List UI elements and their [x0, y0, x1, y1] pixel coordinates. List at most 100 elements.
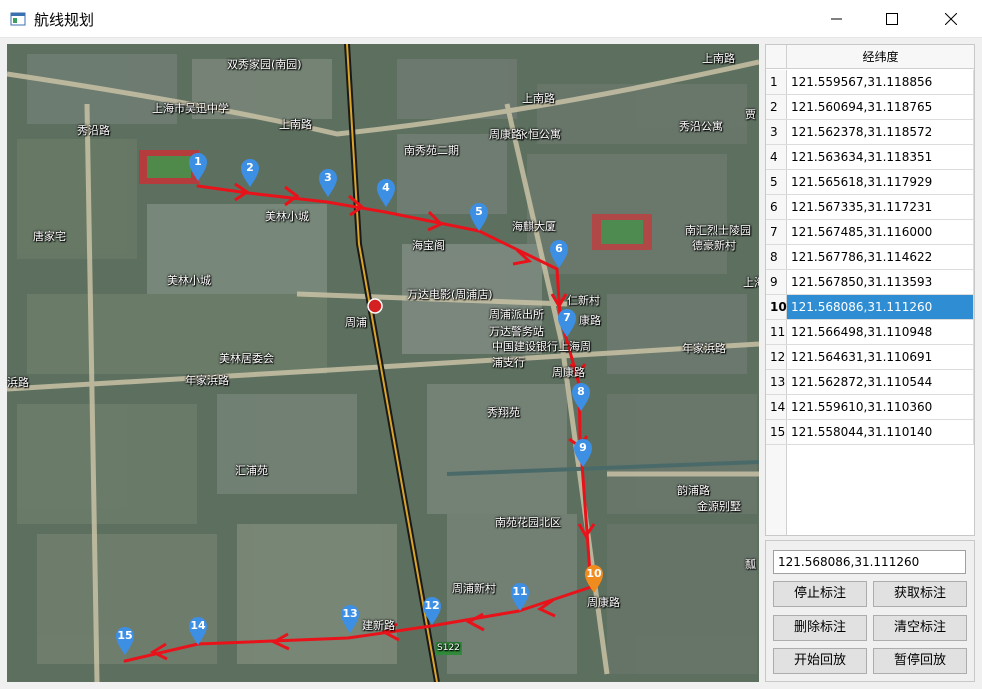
- map-marker[interactable]: 3: [318, 168, 338, 198]
- map-label: 美林小城: [265, 210, 309, 223]
- coordinate-cell[interactable]: 121.567335,31.117231: [787, 195, 974, 220]
- coordinate-cell[interactable]: 121.568086,31.111260: [787, 295, 974, 320]
- row-number[interactable]: 4: [766, 145, 787, 170]
- map-marker[interactable]: 14: [188, 616, 208, 646]
- row-number[interactable]: 14: [766, 395, 787, 420]
- minimize-button[interactable]: [814, 0, 860, 38]
- coordinate-cell[interactable]: 121.562872,31.110544: [787, 370, 974, 395]
- marker-number: 11: [512, 585, 528, 598]
- map-marker-selected[interactable]: 10: [584, 564, 604, 594]
- map-marker[interactable]: 1: [188, 152, 208, 182]
- maximize-button[interactable]: [869, 0, 915, 38]
- table-header: 经纬度: [766, 45, 974, 69]
- map-marker[interactable]: 12: [422, 596, 442, 626]
- map-label: 周浦: [345, 316, 367, 329]
- coordinate-cell[interactable]: 121.565618,31.117929: [787, 170, 974, 195]
- coordinate-cell[interactable]: 121.567786,31.114622: [787, 245, 974, 270]
- table-row[interactable]: 11 121.566498,31.110948: [766, 320, 974, 345]
- road-label: 上南路: [702, 52, 735, 65]
- map-label: 浦支行: [492, 356, 525, 369]
- map-label: 万达警务站: [489, 325, 544, 338]
- road-label: 秀沿路: [77, 124, 110, 137]
- get-mark-button[interactable]: 获取标注: [873, 581, 967, 607]
- table-row[interactable]: 13 121.562872,31.110544: [766, 370, 974, 395]
- map-marker[interactable]: 4: [376, 178, 396, 208]
- coordinate-cell[interactable]: 121.566498,31.110948: [787, 320, 974, 345]
- marker-number: 6: [555, 242, 563, 255]
- road-label: 建新路: [362, 619, 395, 632]
- delete-mark-button[interactable]: 删除标注: [773, 615, 867, 641]
- map-label: 唐家宅: [33, 230, 66, 243]
- map-label: 瓢: [745, 558, 756, 571]
- coordinate-cell[interactable]: 121.562378,31.118572: [787, 120, 974, 145]
- table-row[interactable]: 1 121.559567,31.118856: [766, 70, 974, 95]
- table-row[interactable]: 15 121.558044,31.110140: [766, 420, 974, 445]
- marker-number: 8: [577, 385, 585, 398]
- coordinate-cell[interactable]: 121.560694,31.118765: [787, 95, 974, 120]
- row-number[interactable]: 8: [766, 245, 787, 270]
- coordinate-cell[interactable]: 121.567850,31.113593: [787, 270, 974, 295]
- map-label: 汇浦苑: [235, 464, 268, 477]
- table-row[interactable]: 3 121.562378,31.118572: [766, 120, 974, 145]
- map-label: 上海: [743, 276, 759, 289]
- road-label: 上南路: [279, 118, 312, 131]
- close-button[interactable]: [928, 0, 974, 38]
- table-row[interactable]: 8 121.567786,31.114622: [766, 245, 974, 270]
- row-number[interactable]: 11: [766, 320, 787, 345]
- road-label: 浜路: [7, 376, 29, 389]
- marker-number: 3: [324, 171, 332, 184]
- map-marker[interactable]: 7: [557, 308, 577, 338]
- row-number[interactable]: 7: [766, 220, 787, 245]
- map-marker[interactable]: 8: [571, 382, 591, 412]
- coordinate-cell[interactable]: 121.564631,31.110691: [787, 345, 974, 370]
- row-number[interactable]: 12: [766, 345, 787, 370]
- map-marker[interactable]: 6: [549, 239, 569, 269]
- map-marker[interactable]: 15: [115, 626, 135, 656]
- table-row[interactable]: 12 121.564631,31.110691: [766, 345, 974, 370]
- table-row[interactable]: 14 121.559610,31.110360: [766, 395, 974, 420]
- row-number[interactable]: 9: [766, 270, 787, 295]
- title-bar: 航线规划: [0, 0, 982, 38]
- row-number[interactable]: 1: [766, 70, 787, 95]
- marker-number: 13: [342, 607, 358, 620]
- marker-number: 1: [194, 155, 202, 168]
- start-playback-button[interactable]: 开始回放: [773, 648, 867, 674]
- row-number[interactable]: 15: [766, 420, 787, 445]
- map-marker[interactable]: 2: [240, 158, 260, 188]
- map-label: 南苑花园北区: [495, 516, 561, 529]
- map-label: 秀翔苑: [487, 406, 520, 419]
- row-number[interactable]: 3: [766, 120, 787, 145]
- table-row-selected[interactable]: 10 121.568086,31.111260: [766, 295, 974, 320]
- marker-number: 2: [246, 161, 254, 174]
- table-row[interactable]: 4 121.563634,31.118351: [766, 145, 974, 170]
- table-row[interactable]: 5 121.565618,31.117929: [766, 170, 974, 195]
- coordinate-input[interactable]: [773, 550, 966, 574]
- stop-mark-button[interactable]: 停止标注: [773, 581, 867, 607]
- row-number[interactable]: 10: [766, 295, 787, 320]
- clear-mark-button[interactable]: 清空标注: [873, 615, 967, 641]
- map-view[interactable]: 双秀家园(南园) 上海市吴迅中学 上南路 上南路 上南路 秀沿路 南秀苑二期 永…: [7, 44, 759, 682]
- coordinate-cell[interactable]: 121.559610,31.110360: [787, 395, 974, 420]
- column-header-coordinates[interactable]: 经纬度: [787, 45, 974, 69]
- map-marker[interactable]: 5: [469, 202, 489, 232]
- map-marker[interactable]: 9: [573, 438, 593, 468]
- coordinate-cell[interactable]: 121.563634,31.118351: [787, 145, 974, 170]
- pause-playback-button[interactable]: 暂停回放: [873, 648, 967, 674]
- table-row[interactable]: 2 121.560694,31.118765: [766, 95, 974, 120]
- table-row[interactable]: 6 121.567335,31.117231: [766, 195, 974, 220]
- map-marker[interactable]: 11: [510, 582, 530, 612]
- table-corner[interactable]: [766, 45, 787, 69]
- map-label: 中国建设银行上海周: [492, 340, 591, 353]
- coordinate-cell[interactable]: 121.567485,31.116000: [787, 220, 974, 245]
- row-number[interactable]: 13: [766, 370, 787, 395]
- coordinate-cell[interactable]: 121.558044,31.110140: [787, 420, 974, 445]
- marker-number: 14: [190, 619, 206, 632]
- table-row[interactable]: 9 121.567850,31.113593: [766, 270, 974, 295]
- table-row[interactable]: 7 121.567485,31.116000: [766, 220, 974, 245]
- row-number[interactable]: 5: [766, 170, 787, 195]
- map-label: 双秀家园(南园): [227, 58, 302, 71]
- map-marker[interactable]: 13: [340, 604, 360, 634]
- coordinate-cell[interactable]: 121.559567,31.118856: [787, 70, 974, 95]
- row-number[interactable]: 6: [766, 195, 787, 220]
- row-number[interactable]: 2: [766, 95, 787, 120]
